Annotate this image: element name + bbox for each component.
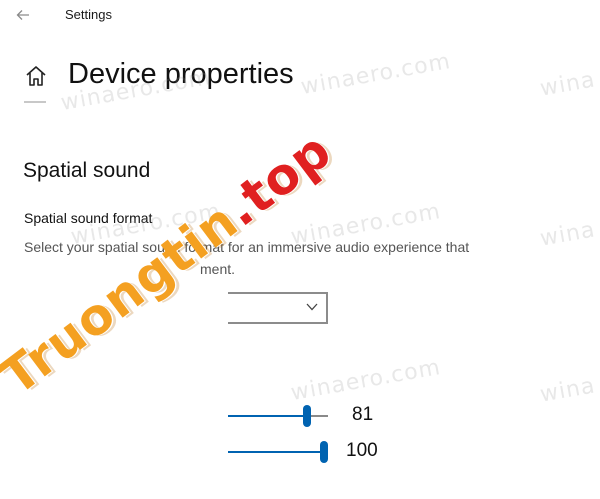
spatial-sound-format-dropdown[interactable] xyxy=(228,292,328,324)
balance-slider-right[interactable] xyxy=(228,440,328,464)
slider-value-right: 100 xyxy=(346,440,378,461)
slider-thumb[interactable] xyxy=(320,441,328,463)
watermark-text: wina xyxy=(538,373,598,408)
watermark-text: wina xyxy=(538,67,598,102)
header-underline xyxy=(24,101,46,103)
watermark-text: winaero.com xyxy=(298,49,453,100)
slider-value-left: 81 xyxy=(352,404,374,425)
watermark-text: wina xyxy=(538,217,598,252)
app-title: Settings xyxy=(65,7,112,22)
back-button[interactable] xyxy=(12,4,34,26)
slider-fill xyxy=(228,415,307,417)
section-title-spatial-sound: Spatial sound xyxy=(23,159,151,182)
home-icon[interactable] xyxy=(24,64,48,88)
watermark-text: winaero.com xyxy=(288,355,443,406)
slider-thumb[interactable] xyxy=(302,405,311,427)
balance-slider-left[interactable] xyxy=(228,404,328,428)
chevron-down-icon xyxy=(306,303,318,311)
slider-fill xyxy=(228,451,324,453)
back-arrow-icon xyxy=(16,10,29,20)
